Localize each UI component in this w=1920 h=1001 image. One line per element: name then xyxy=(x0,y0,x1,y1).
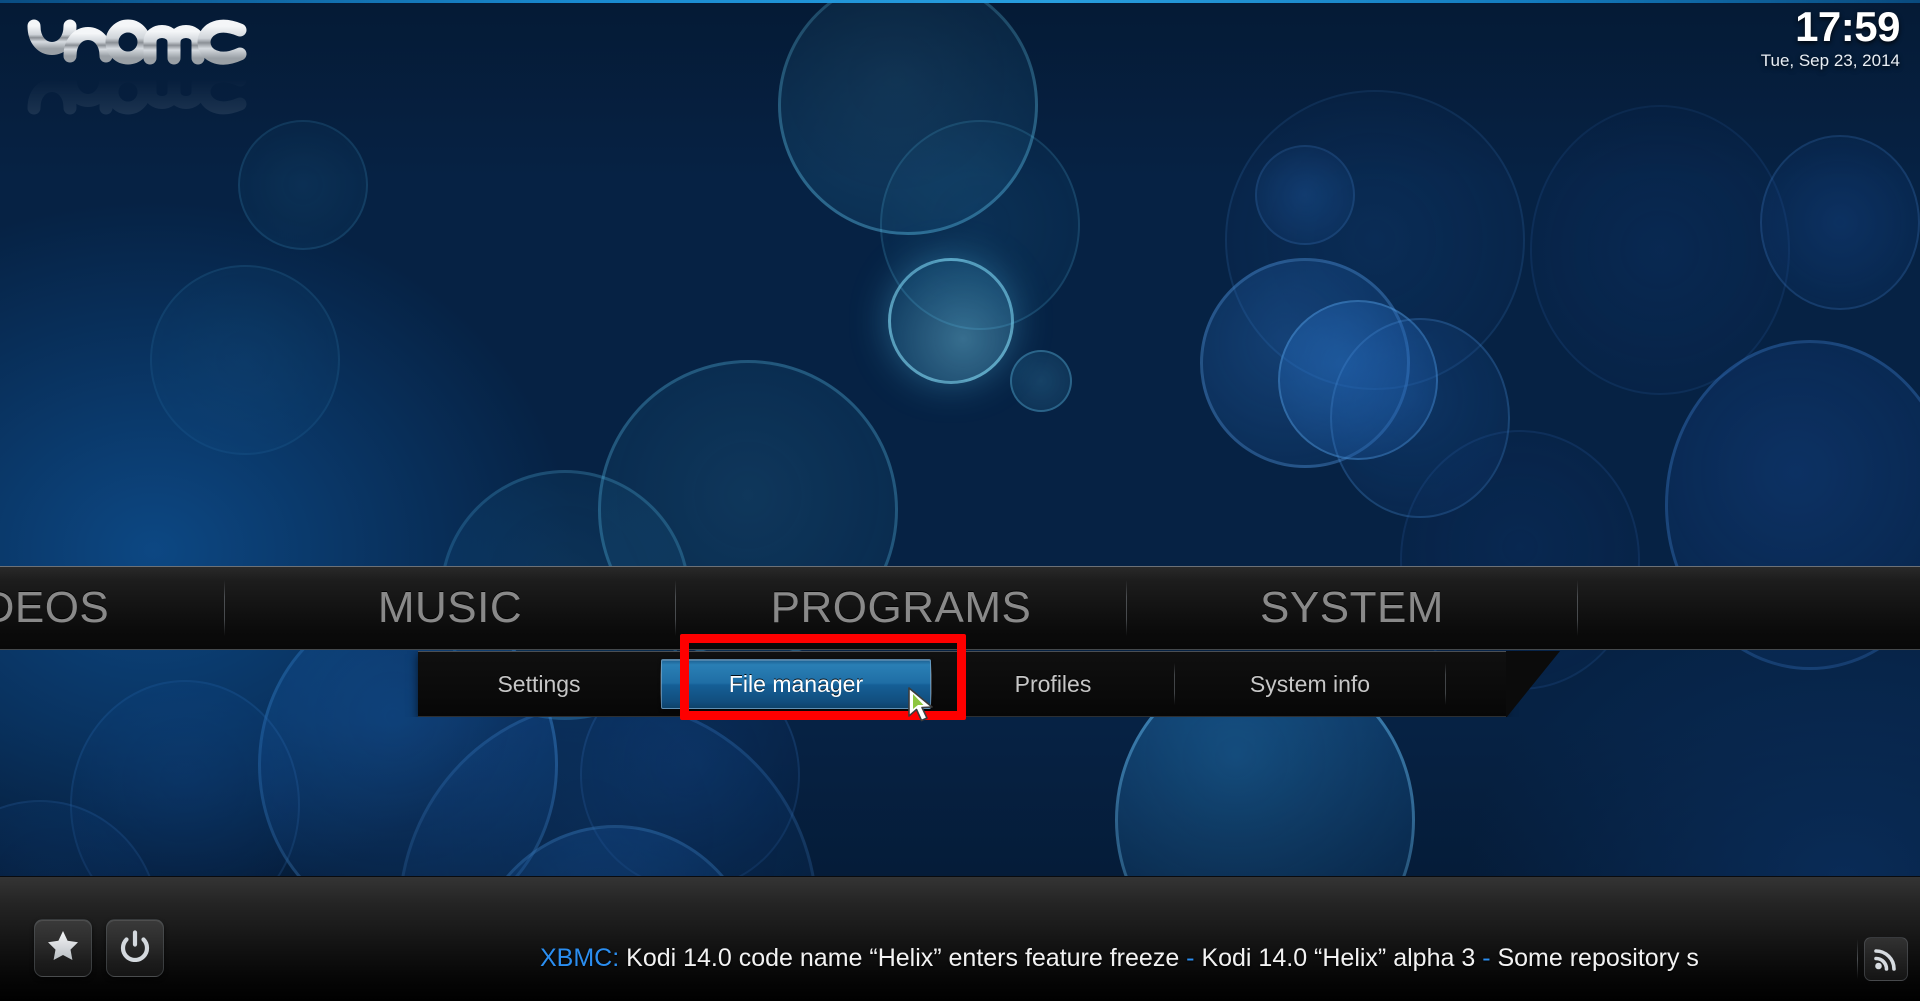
rss-icon[interactable] xyxy=(1864,937,1908,981)
star-icon xyxy=(47,930,79,966)
menu-separator xyxy=(1577,580,1578,636)
sub-menu-item-settings[interactable]: Settings xyxy=(418,659,660,709)
main-menu-label: MUSIC xyxy=(377,583,523,632)
clock-date: Tue, Sep 23, 2014 xyxy=(1760,51,1900,70)
sub-menu-label: File manager xyxy=(728,670,864,697)
wallpaper-vignette xyxy=(0,0,1920,1001)
ticker-segment: Kodi 14.0 “Helix” alpha 3 xyxy=(1201,943,1476,972)
bottom-bar-buttons xyxy=(34,919,164,977)
main-menu-label: SYSTEM xyxy=(1260,583,1444,632)
main-menu-label: VIDEOS xyxy=(0,583,110,632)
main-menu-item-programs[interactable]: PROGRAMS xyxy=(676,567,1126,649)
sub-menu-item-profiles[interactable]: Profiles xyxy=(932,659,1174,709)
main-menu-label: PROGRAMS xyxy=(770,583,1032,632)
main-menu-item-videos[interactable]: VIDEOS xyxy=(0,567,170,649)
sub-menu-label: System info xyxy=(1249,670,1371,697)
sub-menu-item-file-manager[interactable]: File manager xyxy=(661,659,931,709)
sub-menu-bar[interactable]: Settings File manager Profiles System in… xyxy=(418,651,1560,717)
top-accent-line xyxy=(0,0,1920,3)
main-menu-item-music[interactable]: MUSIC xyxy=(225,567,675,649)
sub-menu-label: Profiles xyxy=(1014,670,1092,697)
sub-menu-label: Settings xyxy=(497,670,581,697)
xbmc-logo xyxy=(18,10,248,82)
ticker-divider xyxy=(1857,939,1858,979)
clock-time: 17:59 xyxy=(1795,3,1900,50)
sub-menu-item-system-info[interactable]: System info xyxy=(1175,659,1445,709)
main-menu-bar[interactable]: VIDEOS MUSIC PROGRAMS SYSTEM xyxy=(0,566,1920,650)
rss-ticker[interactable]: XBMC: Kodi 14.0 code name “Helix” enters… xyxy=(540,941,1842,975)
xbmc-logo-reflection xyxy=(18,69,248,124)
ticker-brand: XBMC: xyxy=(540,943,620,972)
ticker-separator: - xyxy=(1186,943,1195,972)
ticker-separator: - xyxy=(1482,943,1491,972)
favourites-button[interactable] xyxy=(34,919,92,977)
clock: 17:59 Tue, Sep 23, 2014 xyxy=(1760,3,1901,72)
power-button[interactable] xyxy=(106,919,164,977)
xbmc-home-screen: 17:59 Tue, Sep 23, 2014 VIDEOS MUSIC PRO… xyxy=(0,0,1920,1001)
main-menu-item-system[interactable]: SYSTEM xyxy=(1127,567,1577,649)
bottom-bar: XBMC: Kodi 14.0 code name “Helix” enters… xyxy=(0,876,1920,1001)
ticker-segment: Some repository s xyxy=(1497,943,1699,972)
sub-menu-container: Settings File manager Profiles System in… xyxy=(0,651,1920,717)
submenu-separator xyxy=(1445,663,1446,705)
ticker-segment: Kodi 14.0 code name “Helix” enters featu… xyxy=(626,943,1180,972)
power-icon xyxy=(119,929,151,967)
